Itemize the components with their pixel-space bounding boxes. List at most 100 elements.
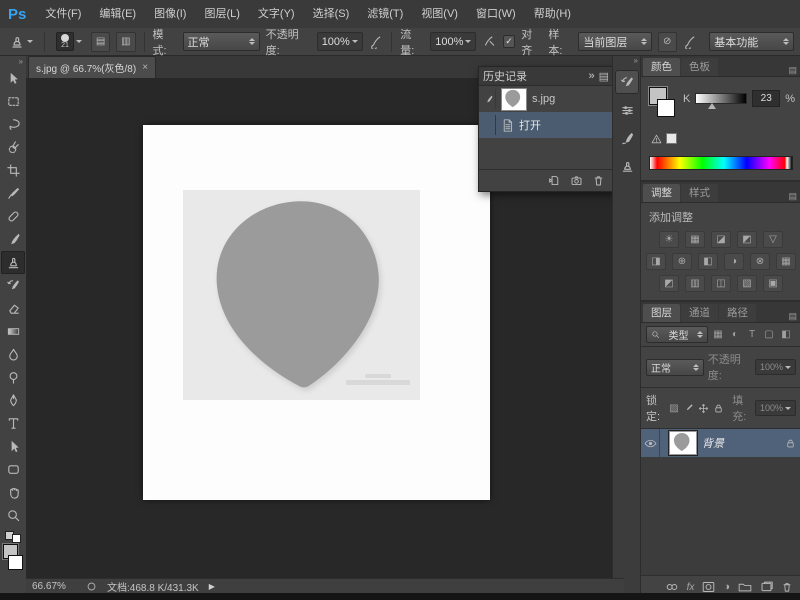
panel-menu-icon[interactable]: ▤ [599, 70, 609, 83]
menu-file[interactable]: 文件(F) [36, 0, 90, 28]
panel-menu-icon[interactable]: ▤ [788, 191, 800, 202]
workspace-select[interactable]: 基本功能 [709, 32, 794, 51]
filter-adjustment-layers-icon[interactable]: ◐ [728, 328, 742, 342]
menu-filter[interactable]: 滤镜(T) [358, 0, 412, 28]
blur-tool[interactable] [1, 343, 25, 366]
menu-view[interactable]: 视图(V) [412, 0, 467, 28]
menu-type[interactable]: 文字(Y) [249, 0, 304, 28]
quick-selection-tool[interactable] [1, 136, 25, 159]
brightness-contrast-icon[interactable]: ☀ [659, 231, 679, 248]
background-color-swatch[interactable] [657, 99, 675, 117]
hand-tool[interactable] [1, 481, 25, 504]
move-tool[interactable] [1, 67, 25, 90]
collapse-tools-icon[interactable]: » [19, 56, 26, 67]
k-slider-thumb[interactable] [708, 103, 716, 109]
brush-tool[interactable] [1, 228, 25, 251]
menu-select[interactable]: 选择(S) [304, 0, 359, 28]
crop-tool[interactable] [1, 159, 25, 182]
lock-all-icon[interactable] [713, 401, 724, 415]
type-tool[interactable] [1, 412, 25, 435]
history-brush-tool[interactable] [1, 274, 25, 297]
web-color-cube-icon[interactable] [666, 133, 677, 144]
rectangle-shape-tool[interactable] [1, 458, 25, 481]
collapsed-properties-icon[interactable] [615, 98, 639, 122]
close-tab-icon[interactable]: × [142, 62, 148, 73]
tab-swatches[interactable]: 色板 [681, 58, 718, 76]
layer-row-background[interactable]: 背景 [641, 429, 800, 457]
link-layers-icon[interactable] [665, 581, 679, 593]
toggle-clone-source-panel-button[interactable]: ▥ [116, 32, 135, 52]
k-value-input[interactable]: 23 [752, 90, 780, 107]
curves-icon[interactable]: ◪ [711, 231, 731, 248]
tab-channels[interactable]: 通道 [681, 304, 718, 322]
dodge-tool[interactable] [1, 366, 25, 389]
exposure-icon[interactable]: ◩ [737, 231, 757, 248]
lasso-tool[interactable] [1, 113, 25, 136]
color-spectrum-ramp[interactable] [649, 156, 793, 170]
brush-preset-picker[interactable]: 21 [53, 31, 85, 52]
tab-paths[interactable]: 路径 [719, 304, 756, 322]
eraser-tool[interactable] [1, 297, 25, 320]
path-selection-tool[interactable] [1, 435, 25, 458]
k-slider[interactable] [695, 93, 747, 104]
new-layer-icon[interactable] [760, 581, 773, 593]
new-document-from-state-icon[interactable] [548, 174, 561, 187]
menu-layer[interactable]: 图层(L) [195, 0, 248, 28]
layer-name[interactable]: 背景 [702, 435, 780, 451]
levels-icon[interactable]: ▦ [685, 231, 705, 248]
aligned-checkbox[interactable]: ✓ [503, 35, 516, 48]
menu-help[interactable]: 帮助(H) [525, 0, 580, 28]
tab-adjustments[interactable]: 调整 [643, 184, 680, 202]
clone-stamp-tool[interactable] [1, 251, 25, 274]
menu-image[interactable]: 图像(I) [145, 0, 195, 28]
menu-window[interactable]: 窗口(W) [467, 0, 525, 28]
color-swatches[interactable] [3, 544, 23, 570]
collapsed-clone-source-icon[interactable] [615, 154, 639, 178]
new-group-folder-icon[interactable] [738, 581, 752, 593]
eyedropper-tool[interactable] [1, 182, 25, 205]
airbrush-icon[interactable] [482, 34, 496, 49]
photo-region[interactable] [183, 190, 420, 400]
threshold-icon[interactable]: ◫ [711, 275, 731, 292]
rectangular-marquee-tool[interactable] [1, 90, 25, 113]
layer-blend-mode-select[interactable]: 正常 [646, 359, 704, 376]
filter-shape-layers-icon[interactable]: ▢ [762, 328, 776, 342]
selective-color-icon[interactable]: ▣ [763, 275, 783, 292]
photo-filter-icon[interactable]: ◑ [724, 253, 744, 270]
invert-icon[interactable]: ◩ [659, 275, 679, 292]
pen-tool[interactable] [1, 389, 25, 412]
zoom-tool[interactable] [1, 504, 25, 527]
new-adjustment-layer-icon[interactable]: ◑ [723, 581, 730, 593]
hue-saturation-icon[interactable]: ◨ [646, 253, 666, 270]
gamut-warning-icon[interactable] [651, 134, 662, 144]
history-step-open[interactable]: 打开 [479, 112, 613, 138]
filter-type-layers-icon[interactable]: T [745, 328, 759, 342]
delete-layer-trash-icon[interactable] [781, 581, 793, 593]
layer-filter-type-select[interactable]: 类型 [646, 326, 708, 343]
lock-position-icon[interactable] [698, 401, 709, 415]
layer-opacity-input[interactable]: 100% [755, 359, 796, 375]
default-colors-icon[interactable] [5, 531, 21, 541]
delete-state-trash-icon[interactable] [592, 174, 605, 187]
gradient-tool[interactable] [1, 320, 25, 343]
posterize-icon[interactable]: ▥ [685, 275, 705, 292]
panel-menu-icon[interactable]: ▤ [788, 65, 800, 76]
add-layer-mask-icon[interactable] [702, 581, 715, 593]
fill-input[interactable]: 100% [755, 400, 796, 416]
tab-color[interactable]: 颜色 [643, 58, 680, 76]
tool-preset-picker[interactable] [6, 33, 36, 51]
collapse-panel-icon[interactable]: » [588, 70, 594, 82]
toggle-brush-panel-button[interactable]: ▤ [91, 32, 110, 52]
color-balance-icon[interactable]: ⊕ [672, 253, 692, 270]
new-snapshot-camera-icon[interactable] [570, 174, 583, 187]
collapsed-brush-presets-icon[interactable] [615, 126, 639, 150]
layer-thumbnail[interactable] [669, 431, 697, 455]
color-lookup-icon[interactable]: ▦ [776, 253, 796, 270]
status-menu-arrow-icon[interactable]: ▶ [209, 582, 215, 591]
layer-style-fx-button[interactable]: fx [687, 582, 695, 593]
sample-select[interactable]: 当前图层 [578, 32, 651, 51]
background-color-swatch[interactable] [8, 555, 23, 570]
history-snapshot-row[interactable]: s.jpg [479, 86, 613, 112]
vibrance-icon[interactable]: ▽ [763, 231, 783, 248]
tab-styles[interactable]: 样式 [681, 184, 718, 202]
